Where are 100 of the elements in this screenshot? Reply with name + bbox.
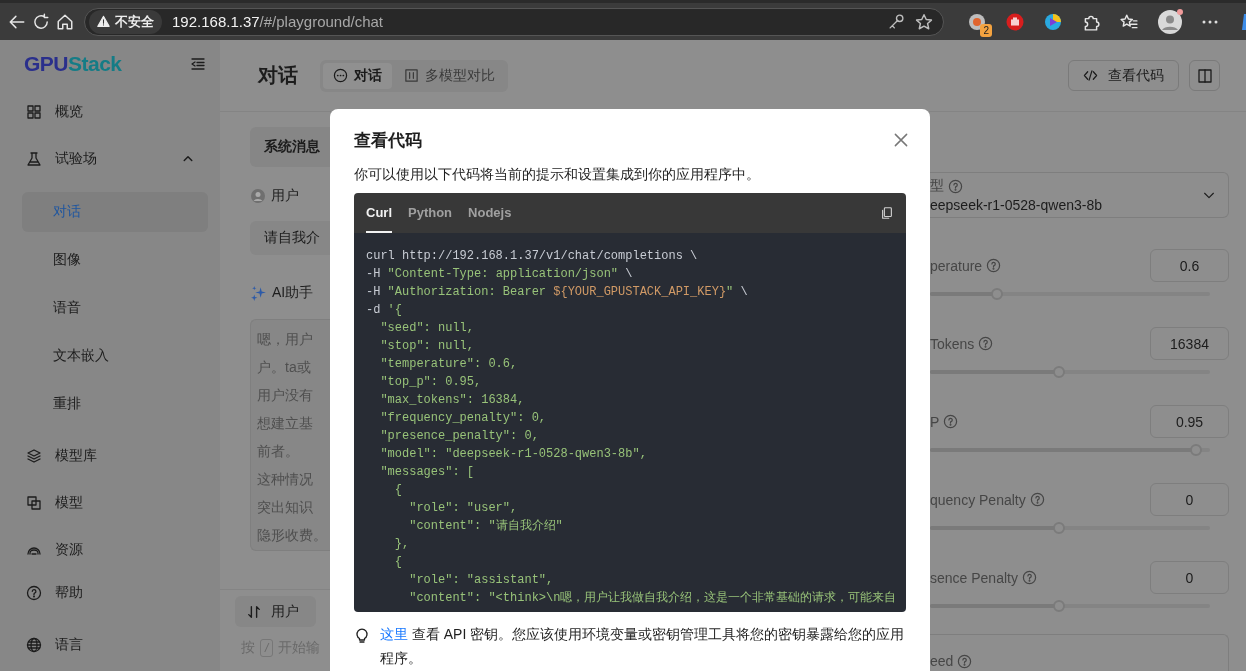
sidebar-item[interactable]: 试验场 xyxy=(0,135,220,182)
collapse-menu-icon xyxy=(190,56,206,73)
number-input[interactable]: 0 xyxy=(1150,483,1229,517)
security-label: 不安全 xyxy=(115,12,154,31)
star-icon xyxy=(915,12,933,31)
mode-tab[interactable]: 多模型对比 xyxy=(394,62,505,89)
mode-tab[interactable]: 对话 xyxy=(323,62,392,89)
role-label: 用户 xyxy=(271,187,299,205)
code-line: "stop": null, xyxy=(379,338,476,355)
code-line: "content": "请自我介绍" xyxy=(408,518,564,535)
api-key-note: 这里 查看 API 密钥。您应该使用环境变量或密钥管理工具将您的密钥暴露给您的应用程序。 xyxy=(380,625,906,668)
code-line: -H "Content-Type: application/json" \ xyxy=(366,266,634,283)
view-code-button[interactable]: 查看代码 xyxy=(1068,60,1179,91)
model-select[interactable]: 型 eepseek-r1-0528-qwen3-8b xyxy=(930,172,1229,219)
code-line: curl http://192.168.1.37/v1/chat/completions \ xyxy=(366,248,699,265)
url-text: 192.168.1.37/#/playground/chat xyxy=(172,13,383,30)
param-label: sence Penalty xyxy=(930,569,1018,586)
flask-icon xyxy=(26,150,42,167)
help-icon xyxy=(26,585,42,601)
code-line: { xyxy=(393,482,403,499)
copy-button[interactable] xyxy=(880,206,894,220)
sparkle-icon xyxy=(250,284,267,302)
language-tab[interactable]: Python xyxy=(408,193,453,233)
code-line: "presence_penalty": 0, xyxy=(379,428,540,445)
split-panel-icon xyxy=(1196,67,1213,84)
role-switch-button[interactable]: 用户 xyxy=(235,596,316,627)
help-icon xyxy=(986,258,1002,274)
number-input[interactable]: 0.6 xyxy=(1150,249,1229,283)
code-line: "role": "assistant", xyxy=(408,572,555,589)
sidebar-item[interactable]: 概览 xyxy=(0,88,220,136)
seed-field[interactable]: eed xyxy=(930,634,1229,671)
code-line: "temperature": 0.6, xyxy=(379,356,519,373)
more-icon[interactable] xyxy=(1202,19,1218,24)
key-icon xyxy=(888,13,905,30)
system-message-tab[interactable]: 系统消息 xyxy=(250,127,330,167)
number-input[interactable]: 16384 xyxy=(1150,327,1229,361)
profile-avatar-icon[interactable] xyxy=(1158,9,1182,34)
number-input[interactable]: 0.95 xyxy=(1150,405,1229,439)
dialog-title: 查看代码 xyxy=(354,129,422,152)
code-line: "role": "user", xyxy=(408,500,519,517)
help-icon xyxy=(1029,492,1045,508)
help-icon xyxy=(1021,570,1037,586)
code-line: "top_p": 0.95, xyxy=(379,374,483,391)
code-icon xyxy=(1083,68,1098,83)
param-label: P xyxy=(930,413,940,430)
param-label: Tokens xyxy=(930,335,975,352)
copy-icon xyxy=(880,206,894,220)
page-title: 对话 xyxy=(258,63,298,88)
code-line: "max_tokens": 16384, xyxy=(379,392,526,409)
param-label: perature xyxy=(930,257,983,274)
grid-icon xyxy=(26,103,42,120)
close-icon xyxy=(892,131,910,149)
columns-icon xyxy=(404,68,419,83)
key-cap: / xyxy=(260,639,274,657)
favorites-icon xyxy=(1120,12,1138,31)
sidebar-subitem[interactable]: 语音 xyxy=(22,287,208,328)
sidebar-item[interactable]: 语言 xyxy=(0,625,220,665)
role-label: AI助手 xyxy=(272,284,314,302)
user-avatar-icon xyxy=(250,188,266,204)
field-label: 型 xyxy=(930,177,944,196)
sidebar-item[interactable]: 模型库 xyxy=(0,432,220,480)
user-message: 请自我介 xyxy=(250,221,330,255)
code-line: -d '{ xyxy=(366,302,403,319)
reload-icon xyxy=(32,12,50,31)
code-line: "messages": [ xyxy=(379,464,476,481)
code-line: }, xyxy=(393,536,411,553)
sidebar-item[interactable]: 资源 xyxy=(0,526,220,573)
code-line: "seed": null, xyxy=(379,320,476,337)
address-bar[interactable]: 不安全 192.168.1.37/#/playground/chat xyxy=(84,7,944,36)
hand-stop-icon[interactable] xyxy=(1006,12,1024,31)
sidebar-item[interactable]: 帮助 xyxy=(0,573,220,613)
param-label: eed xyxy=(930,653,954,669)
sidebar-subitem[interactable]: 图像 xyxy=(22,239,208,280)
sidebar-subitem[interactable]: 重排 xyxy=(22,383,208,424)
swap-icon xyxy=(247,604,261,619)
close-button[interactable] xyxy=(892,131,910,149)
api-key-link[interactable]: 这里 xyxy=(380,626,408,642)
extension-badge: 2 xyxy=(980,23,992,37)
code-line: "frequency_penalty": 0, xyxy=(379,410,548,427)
lightbulb-icon xyxy=(354,627,370,643)
sidebar-item[interactable]: 模型 xyxy=(0,479,220,527)
param-label: quency Penalty xyxy=(930,491,1026,508)
colorful-circle-icon[interactable] xyxy=(1044,12,1062,31)
security-chip[interactable]: 不安全 xyxy=(89,9,162,34)
dialog-description: 你可以使用以下代码将当前的提示和设置集成到你的应用程序中。 xyxy=(354,165,761,184)
help-icon xyxy=(948,178,963,194)
code-line: "content": "<think>\n嗯，用户让我做自我介绍，这是一个非常基础的请求，可能来自 xyxy=(408,590,894,607)
help-icon xyxy=(957,653,973,669)
warning-icon xyxy=(97,15,110,28)
panel-toggle-button[interactable] xyxy=(1189,60,1220,91)
model-value: eepseek-r1-0528-qwen3-8b xyxy=(930,197,1103,214)
language-tab[interactable]: Nodejs xyxy=(468,193,512,233)
code-line: { xyxy=(393,554,403,571)
help-icon xyxy=(943,414,959,430)
code-line: -H "Authorization: Bearer ${YOUR_GPUSTACK_API_KEY}" \ xyxy=(366,284,749,301)
sidebar-subitem[interactable]: 文本嵌入 xyxy=(22,335,208,376)
logo: GPUStack xyxy=(24,52,122,77)
number-input[interactable]: 0 xyxy=(1150,561,1229,595)
copy-squares-icon xyxy=(26,494,42,511)
record-extension-icon[interactable] xyxy=(968,12,986,31)
